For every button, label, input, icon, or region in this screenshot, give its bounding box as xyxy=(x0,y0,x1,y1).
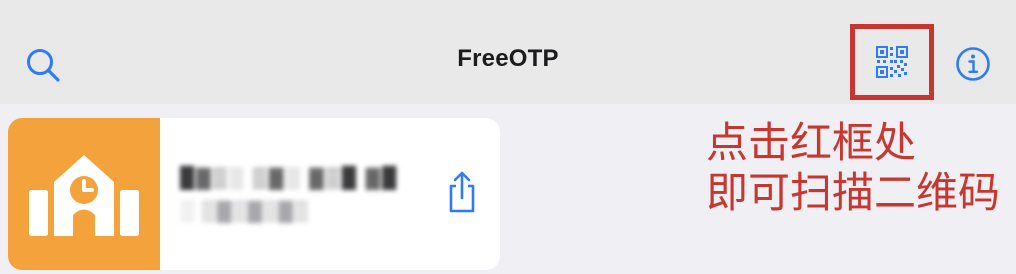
annotation-line-2: 即可扫描二维码 xyxy=(706,168,1001,217)
qr-code-icon xyxy=(876,46,908,78)
token-account: ░ ▒▓▒▓▒▓▒ xyxy=(180,200,310,222)
token-card[interactable]: █▓▒░ ▒▓░ ▓▒█ ▓█ ░ ▒▓▒▓▒▓▒ xyxy=(8,118,500,270)
annotation-text: 点击红框处 即可扫描二维码 xyxy=(706,118,1000,218)
annotation-line-1: 点击红框处 xyxy=(706,118,917,167)
building-clock-icon xyxy=(29,155,139,236)
scan-qr-button[interactable] xyxy=(850,24,934,100)
share-button[interactable] xyxy=(445,170,479,214)
share-icon xyxy=(449,171,475,213)
token-logo xyxy=(8,118,160,270)
info-icon xyxy=(956,47,990,81)
token-issuer: █▓▒░ ▒▓░ ▓▒█ ▓█ xyxy=(180,167,399,189)
info-button[interactable] xyxy=(954,45,992,83)
navigation-bar: FreeOTP xyxy=(0,0,1016,104)
